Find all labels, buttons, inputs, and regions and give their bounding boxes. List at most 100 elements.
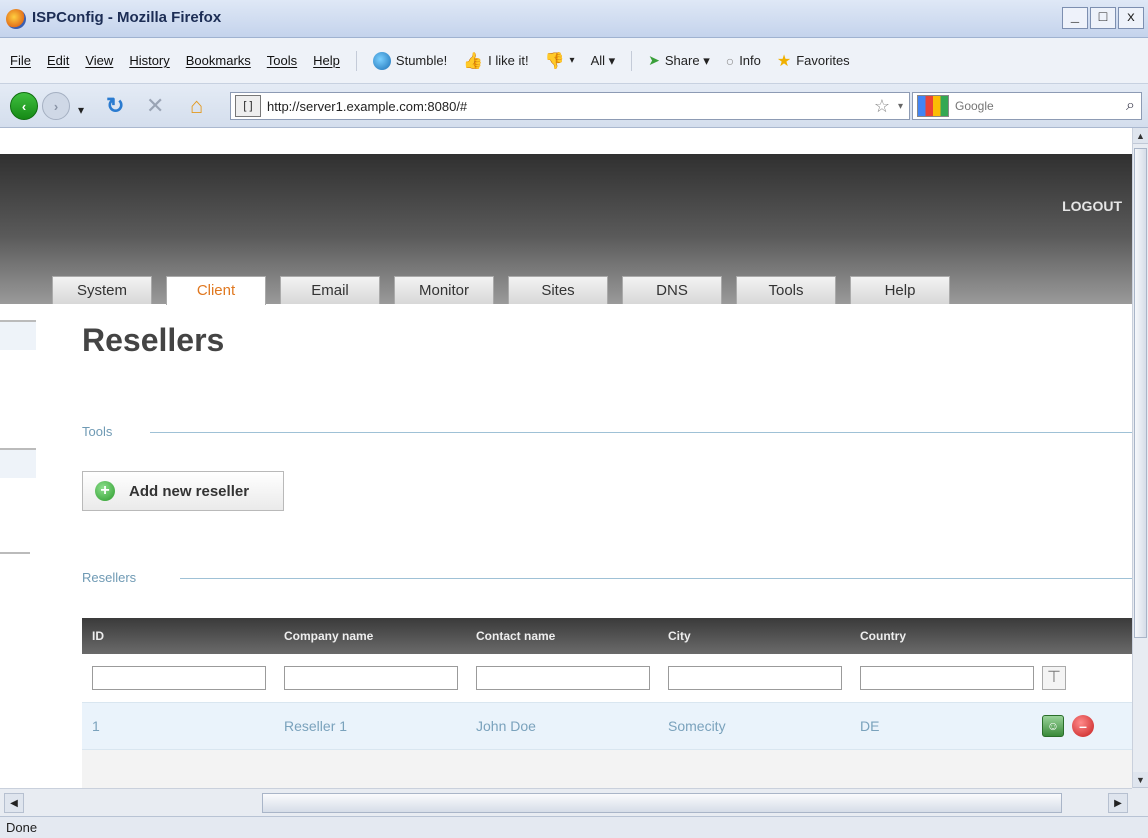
tools-section-divider (150, 432, 1132, 433)
minimize-button[interactable]: _ (1062, 7, 1088, 29)
resellers-section-label: Resellers (82, 570, 137, 585)
info-label: Info (739, 53, 761, 68)
menu-help[interactable]: Help (313, 53, 340, 68)
window-title: ISPConfig - Mozilla Firefox (32, 9, 222, 26)
site-identity-icon[interactable]: [ ] (235, 95, 261, 117)
stumble-label: Stumble! (395, 53, 448, 68)
tab-system[interactable]: System (52, 276, 152, 304)
scroll-up-arrow-icon[interactable]: ▲ (1133, 128, 1148, 144)
scroll-left-arrow-icon[interactable]: ◀ (4, 793, 24, 813)
filter-city-input[interactable] (668, 666, 842, 690)
tab-dns[interactable]: DNS (622, 276, 722, 304)
page-content: LOGOUT System Client Email Monitor Sites… (0, 128, 1132, 788)
stop-icon[interactable]: ✕ (146, 94, 164, 118)
column-header-company[interactable]: Company name (274, 629, 466, 643)
add-new-reseller-button[interactable]: + Add new reseller (82, 471, 284, 511)
login-as-reseller-icon[interactable]: ☺ (1042, 715, 1064, 737)
reload-icon[interactable]: ↻ (106, 94, 124, 118)
horizontal-scroll-thumb[interactable] (262, 793, 1062, 813)
status-bar: Done (0, 816, 1148, 838)
cell-city[interactable]: Somecity (658, 718, 850, 734)
share-button[interactable]: ➤ Share ▾ (648, 52, 710, 69)
ilike-button[interactable]: 👍 I like it! (463, 51, 528, 71)
menu-view[interactable]: View (85, 53, 113, 68)
tab-client[interactable]: Client (166, 276, 266, 305)
favorites-button[interactable]: ★ Favorites (777, 51, 850, 71)
vertical-scrollbar[interactable]: ▲ ▼ (1132, 128, 1148, 788)
cell-company[interactable]: Reseller 1 (274, 718, 466, 734)
toolbar-separator (355, 50, 357, 71)
filter-company-input[interactable] (284, 666, 458, 690)
all-button[interactable]: All ▾ (591, 53, 616, 69)
url-dropdown-icon[interactable]: ▾ (898, 101, 903, 112)
main-tabs: System Client Email Monitor Sites DNS To… (52, 276, 950, 305)
filter-row: ⊤ (82, 654, 1132, 702)
scroll-down-arrow-icon[interactable]: ▼ (1133, 772, 1148, 788)
horizontal-scrollbar[interactable]: ◀ ▶ (0, 788, 1132, 816)
google-search-engine-icon[interactable] (917, 95, 949, 117)
toolbar-separator (631, 50, 633, 71)
cell-id: 1 (92, 718, 100, 734)
forward-arrow-icon: › (53, 98, 59, 114)
cell-country[interactable]: DE (850, 718, 1042, 734)
maximize-button[interactable]: □ (1090, 7, 1116, 29)
column-header-contact[interactable]: Contact name (466, 629, 658, 643)
thumbs-up-icon: 👍 (463, 52, 484, 70)
menubar: File Edit View History Bookmarks Tools H… (0, 38, 1148, 84)
search-icon[interactable]: ⌕ (1126, 97, 1135, 115)
tab-monitor[interactable]: Monitor (394, 276, 494, 304)
ilike-label: I like it! (488, 53, 529, 68)
back-button[interactable]: ‹ (10, 92, 38, 120)
stumble-button[interactable]: Stumble! (372, 51, 448, 70)
window-titlebar: ISPConfig - Mozilla Firefox _ □ x (0, 0, 1148, 38)
column-header-country[interactable]: Country (850, 629, 1042, 643)
menu-history[interactable]: History (129, 53, 169, 68)
address-bar[interactable]: [ ] ☆ ▾ (230, 92, 910, 120)
vertical-scroll-thumb[interactable] (1134, 148, 1147, 638)
column-header-city[interactable]: City (658, 629, 850, 643)
delete-icon[interactable]: – (1072, 715, 1094, 737)
table-header: ID Company name Contact name City Countr… (82, 618, 1132, 654)
history-dropdown-icon[interactable]: ▾ (78, 98, 84, 122)
navigation-toolbar: ‹ › ▾ ↻ ✕ ⌂ [ ] ☆ ▾ ⌕ (0, 84, 1148, 128)
forward-button[interactable]: › (42, 92, 70, 120)
table-row[interactable]: 1 Reseller 1 John Doe Somecity DE ☺ – (82, 702, 1132, 750)
search-bar[interactable]: ⌕ (912, 92, 1142, 120)
favorites-label: Favorites (796, 53, 850, 68)
menu-file[interactable]: File (10, 53, 31, 68)
tab-tools[interactable]: Tools (736, 276, 836, 304)
speech-bubble-icon: ○ (725, 52, 735, 69)
thumbs-down-button[interactable]: 👎 ▾ (545, 51, 575, 71)
share-icon: ➤ (648, 52, 660, 68)
bookmark-star-icon[interactable]: ☆ (874, 96, 890, 117)
cell-contact[interactable]: John Doe (466, 718, 658, 734)
tab-email[interactable]: Email (280, 276, 380, 304)
page-title: Resellers (82, 322, 225, 358)
logout-link[interactable]: LOGOUT (1062, 198, 1122, 214)
add-icon: + (95, 481, 115, 501)
menu-bookmarks[interactable]: Bookmarks (186, 53, 251, 68)
close-button[interactable]: x (1118, 7, 1144, 29)
filter-country-input[interactable] (860, 666, 1034, 690)
filter-icon[interactable]: ⊤ (1042, 666, 1066, 690)
info-button[interactable]: ○ Info (726, 53, 761, 69)
row-actions: ☺ – (1042, 715, 1094, 737)
sidebar-item[interactable] (0, 450, 36, 478)
filter-id-input[interactable] (92, 666, 266, 690)
menu-edit[interactable]: Edit (47, 53, 69, 68)
filter-contact-input[interactable] (476, 666, 650, 690)
firefox-logo-icon (6, 9, 26, 29)
sidebar-divider (0, 552, 30, 554)
search-input[interactable] (955, 99, 1127, 113)
scrollbar-corner (1132, 788, 1148, 816)
url-input[interactable] (267, 98, 874, 114)
tab-help[interactable]: Help (850, 276, 950, 304)
sidebar-item[interactable] (0, 322, 36, 350)
tab-sites[interactable]: Sites (508, 276, 608, 304)
home-icon[interactable]: ⌂ (190, 94, 203, 118)
scroll-right-arrow-icon[interactable]: ▶ (1108, 793, 1128, 813)
all-label: All ▾ (590, 52, 616, 68)
column-header-id[interactable]: ID (82, 629, 274, 643)
resellers-section-divider (180, 578, 1132, 579)
menu-tools[interactable]: Tools (267, 53, 297, 68)
